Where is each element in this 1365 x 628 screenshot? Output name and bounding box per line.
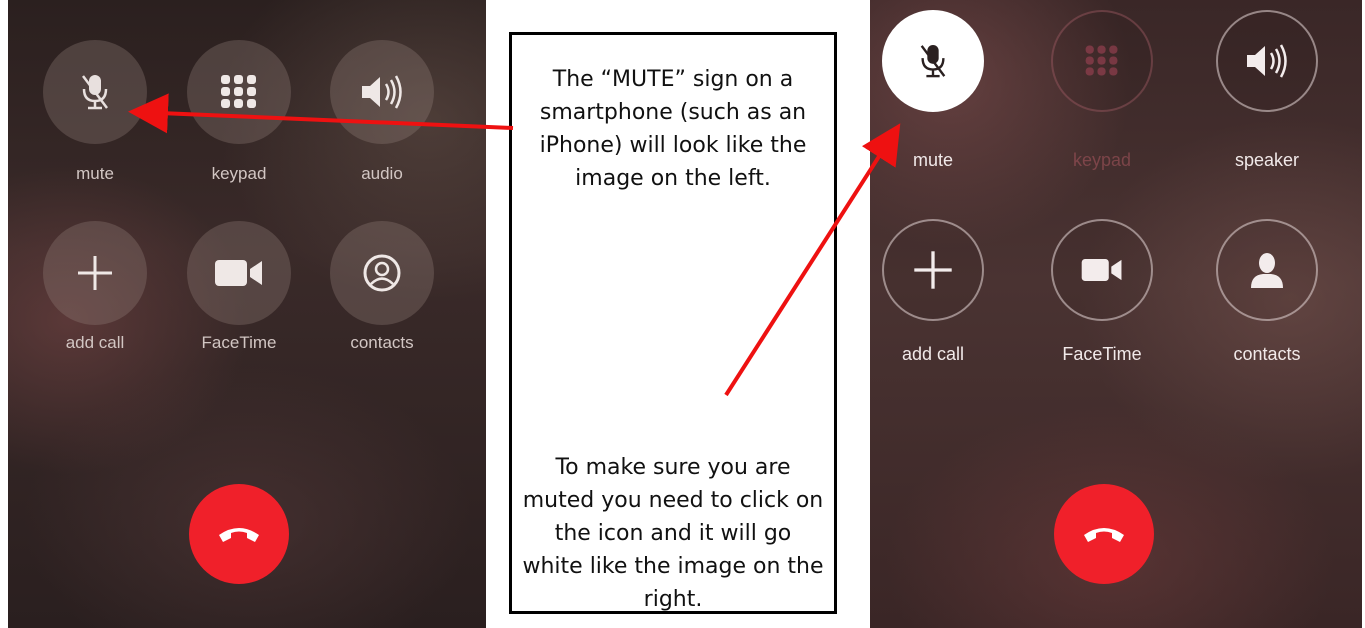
- video-camera-icon: [215, 260, 262, 286]
- callout-bottom-text: To make sure you are muted you need to c…: [522, 455, 824, 612]
- mic-slash-icon: [82, 75, 108, 110]
- plus-icon: [78, 256, 112, 290]
- right-speaker-button[interactable]: [1216, 10, 1318, 112]
- right-speaker-label: speaker: [1234, 150, 1300, 170]
- right-add-call-button[interactable]: [882, 219, 984, 321]
- mic-slash-icon: [920, 44, 946, 78]
- person-silhouette-icon: [1251, 253, 1283, 288]
- right-facetime-button[interactable]: [1051, 219, 1153, 321]
- phone-hangup-icon: [1084, 528, 1124, 542]
- right-phone-screen: mute keypad speaker add call FaceTime co…: [870, 0, 1362, 628]
- right-mute-label: mute: [912, 150, 954, 170]
- speaker-icon: [362, 75, 402, 109]
- left-mute-button[interactable]: [43, 40, 147, 144]
- callout-box: The “MUTE” sign on a smartphone (such as…: [509, 32, 837, 614]
- left-keypad-label: keypad: [211, 164, 267, 183]
- right-end-call-button[interactable]: [1054, 484, 1154, 584]
- right-contacts-label: contacts: [1233, 344, 1301, 364]
- left-add-call-label: add call: [65, 333, 125, 352]
- right-add-call-label: add call: [901, 344, 965, 364]
- left-keypad-button[interactable]: [187, 40, 291, 144]
- video-camera-icon: [1081, 259, 1122, 281]
- left-mute-label: mute: [76, 164, 114, 183]
- left-audio-button[interactable]: [330, 40, 434, 144]
- right-mute-button-active[interactable]: [882, 10, 984, 112]
- right-keypad-label: keypad: [1072, 150, 1132, 170]
- plus-icon: [914, 251, 952, 289]
- left-add-call-button[interactable]: [43, 221, 147, 325]
- speaker-icon: [1247, 44, 1287, 78]
- callout-top-text: The “MUTE” sign on a smartphone (such as…: [539, 67, 807, 191]
- left-contacts-button[interactable]: [330, 221, 434, 325]
- left-phone-screen: mute keypad audio add call FaceTime cont…: [8, 0, 486, 628]
- right-contacts-button[interactable]: [1216, 219, 1318, 321]
- keypad-icon: [1085, 45, 1118, 76]
- left-contacts-label: contacts: [350, 333, 414, 352]
- right-facetime-label: FaceTime: [1062, 344, 1142, 364]
- left-audio-label: audio: [361, 164, 403, 183]
- contact-circle-icon: [363, 254, 401, 292]
- left-facetime-label: FaceTime: [201, 333, 277, 352]
- keypad-icon: [221, 75, 256, 108]
- left-facetime-button[interactable]: [187, 221, 291, 325]
- phone-hangup-icon: [219, 528, 259, 542]
- left-end-call-button[interactable]: [189, 484, 289, 584]
- right-keypad-button-disabled[interactable]: [1051, 10, 1153, 112]
